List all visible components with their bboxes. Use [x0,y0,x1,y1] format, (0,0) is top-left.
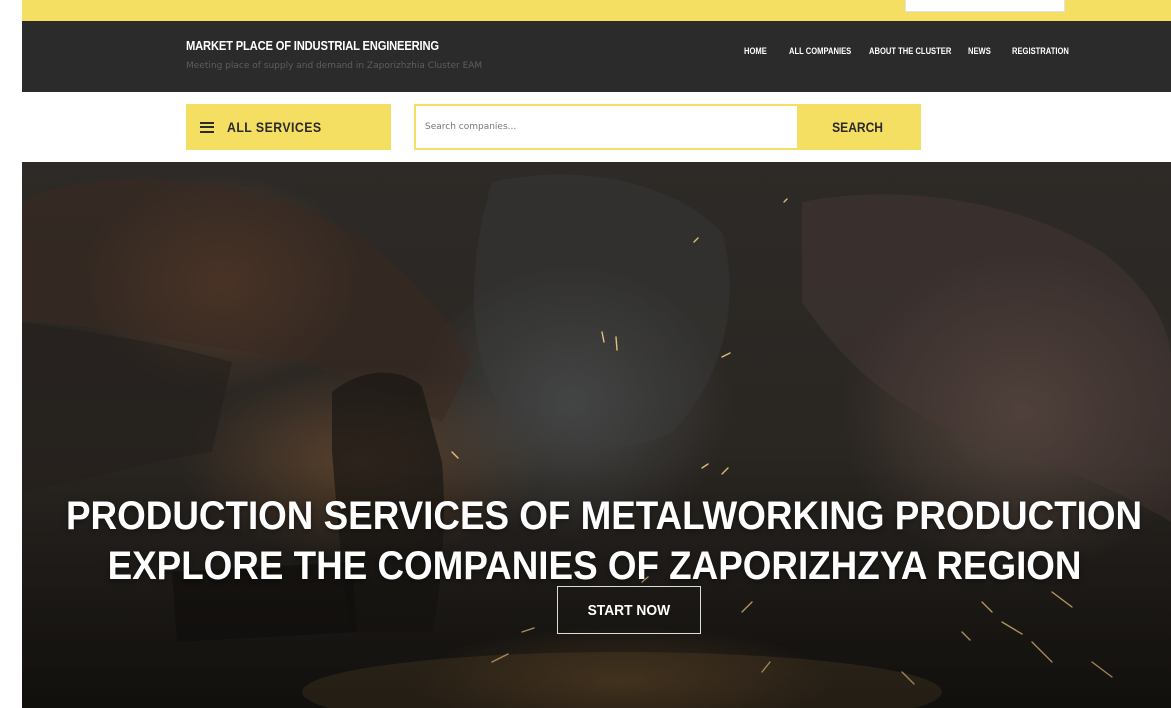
nav-item-news[interactable]: NEWS [968,46,1003,57]
start-now-button[interactable]: START NOW [557,586,701,634]
main-nav: HOME ALL COMPANIES ABOUT THE CLUSTER NEW… [744,46,1082,57]
site-tagline: Meeting place of supply and demand in Za… [186,61,483,71]
search-input[interactable] [416,106,797,148]
site-title[interactable]: MARKET PLACE OF INDUSTRIAL ENGINEERING [186,38,441,53]
hero-banner: PRODUCTION SERVICES OF METALWORKING PROD… [22,162,1171,708]
start-now-label: START NOW [587,601,671,619]
search-button-label: SEARCH [832,119,884,135]
page-margin [0,0,22,21]
hero-headline-line-1: PRODUCTION SERVICES OF METALWORKING PROD… [66,494,1143,538]
all-services-button[interactable]: ALL SERVICES [186,104,391,150]
search-button[interactable]: SEARCH [797,106,919,148]
hero-headline-line-2: EXPLORE THE COMPANIES OF ZAPORIZHZYA REG… [107,544,1082,588]
nav-item-registration[interactable]: REGISTRATION [1012,46,1069,57]
nav-item-about-the-cluster[interactable]: ABOUT THE CLUSTER [869,46,951,57]
nav-item-all-companies[interactable]: ALL COMPANIES [789,46,853,57]
hamburger-icon [200,121,214,133]
top-widget-box [905,0,1065,12]
site-header: MARKET PLACE OF INDUSTRIAL ENGINEERING M… [22,21,1171,92]
nav-item-home[interactable]: HOME [744,46,780,57]
brand: MARKET PLACE OF INDUSTRIAL ENGINEERING M… [186,38,482,71]
search-form: SEARCH [414,104,921,150]
all-services-label: ALL SERVICES [227,119,322,135]
